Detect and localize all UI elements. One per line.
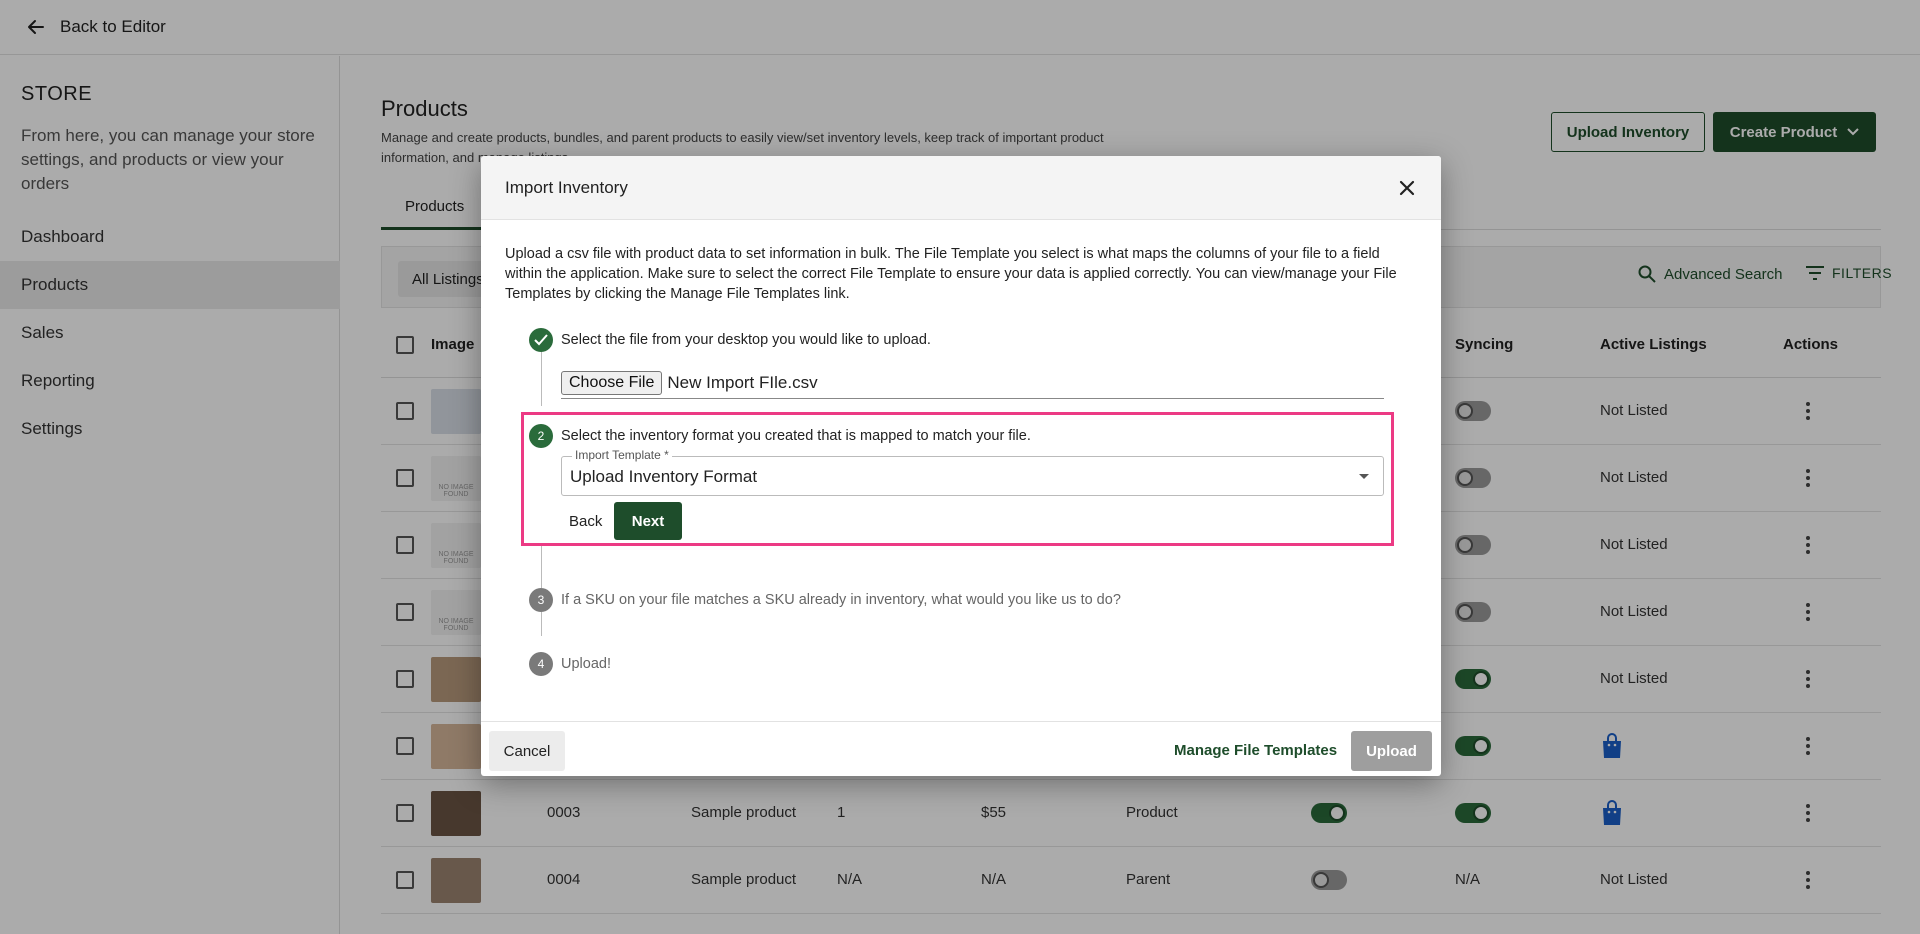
import-inventory-dialog: Import Inventory Upload a csv file with … bbox=[481, 156, 1441, 776]
import-template-value: Upload Inventory Format bbox=[570, 467, 758, 486]
step3-label: If a SKU on your file matches a SKU alre… bbox=[561, 592, 1121, 608]
stepper-connector bbox=[541, 546, 542, 588]
dialog-intro-text: Upload a csv file with product data to s… bbox=[505, 246, 1397, 302]
next-button[interactable]: Next bbox=[614, 502, 682, 540]
cancel-button[interactable]: Cancel bbox=[489, 731, 565, 771]
step-complete-check-icon bbox=[529, 328, 553, 352]
file-input[interactable]: Choose File New Import FIle.csv bbox=[561, 367, 1384, 399]
stepper-connector bbox=[541, 612, 542, 636]
import-template-label: Import Template * bbox=[572, 448, 672, 462]
dialog-title: Import Inventory bbox=[505, 178, 628, 197]
import-template-select[interactable]: Import Template * Upload Inventory Forma… bbox=[561, 448, 1384, 496]
dialog-footer: Cancel Manage File Templates Upload bbox=[481, 721, 1441, 776]
step2-label: Select the inventory format you created … bbox=[561, 428, 1031, 444]
dialog-header: Import Inventory bbox=[481, 156, 1441, 220]
manage-file-templates-link[interactable]: Manage File Templates bbox=[1174, 742, 1337, 759]
step4-label: Upload! bbox=[561, 656, 611, 672]
step3-number: 3 bbox=[529, 588, 553, 612]
selected-file-name: New Import FIle.csv bbox=[667, 372, 818, 392]
choose-file-button[interactable]: Choose File bbox=[561, 370, 663, 395]
step1-label: Select the file from your desktop you wo… bbox=[561, 332, 931, 348]
step2-number: 2 bbox=[529, 424, 553, 448]
step4-number: 4 bbox=[529, 652, 553, 676]
close-icon[interactable] bbox=[1397, 178, 1417, 198]
back-button[interactable]: Back bbox=[561, 503, 610, 539]
dropdown-caret-icon bbox=[1359, 474, 1369, 479]
upload-button[interactable]: Upload bbox=[1351, 731, 1432, 771]
